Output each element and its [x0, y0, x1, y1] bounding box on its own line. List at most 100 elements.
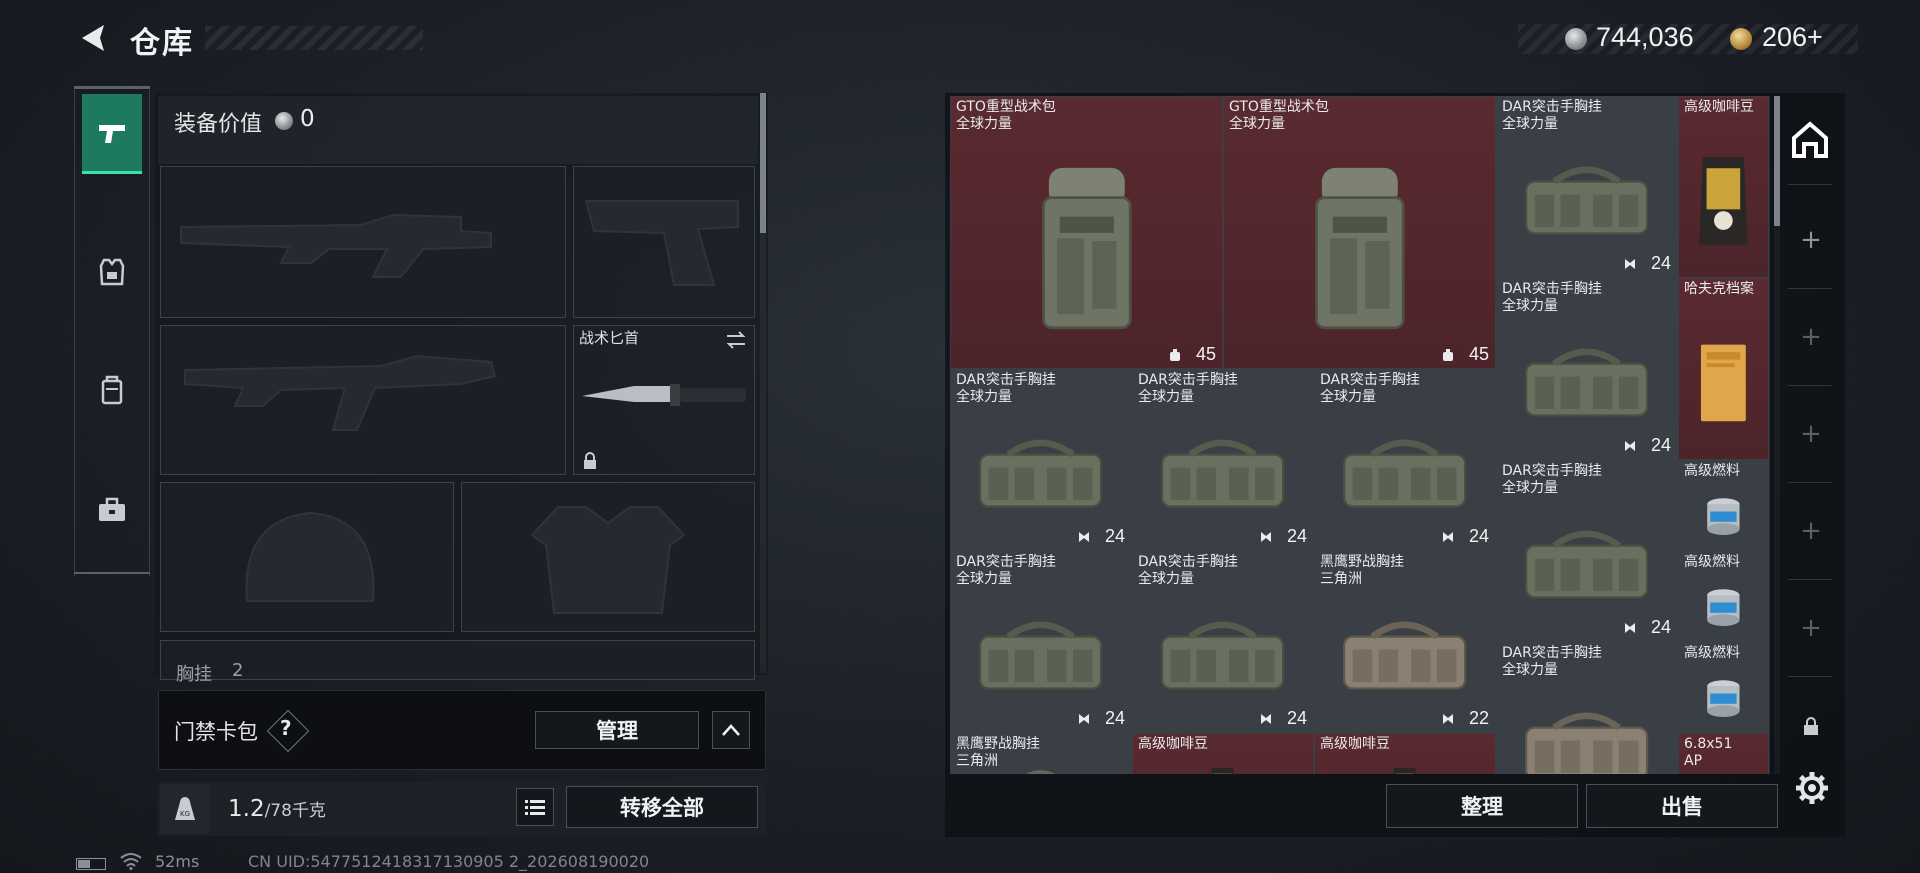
- manage-button[interactable]: 管理: [535, 711, 699, 749]
- inventory-item[interactable]: 高级燃料: [1678, 551, 1769, 642]
- item-image: [1511, 137, 1662, 263]
- sort-button[interactable]: 整理: [1386, 784, 1578, 828]
- body-armor-slot[interactable]: [461, 482, 755, 632]
- list-view-button[interactable]: [516, 788, 554, 826]
- item-image: [965, 592, 1116, 718]
- item-image: [1246, 157, 1474, 347]
- silver-currency-amount: 744,036: [1596, 22, 1694, 52]
- transfer-all-button[interactable]: 转移全部: [566, 786, 758, 828]
- equipment-scrollbar-thumb[interactable]: [760, 93, 766, 233]
- help-question-mark[interactable]: ?: [280, 716, 292, 740]
- toolbox-icon: [99, 497, 125, 521]
- slots-icon: [1441, 711, 1455, 725]
- rifle-silhouette-icon: [180, 213, 492, 278]
- warehouse-icon[interactable]: [1788, 118, 1832, 162]
- pistol-icon: [99, 124, 125, 143]
- armor-silhouette-icon: [530, 506, 686, 614]
- inventory-item[interactable]: 黑鹰野战胸挂 三角洲 22: [1314, 551, 1496, 733]
- backpack-icon: [101, 375, 123, 405]
- add-warehouse-plus-icon[interactable]: +: [1799, 227, 1823, 253]
- inventory-item[interactable]: 黑鹰野战胸挂 三角洲: [950, 733, 1132, 774]
- swap-icon[interactable]: [724, 328, 748, 352]
- item-faction: 全球力量: [956, 116, 1012, 132]
- rifle-silhouette-icon: [184, 354, 497, 431]
- item-capacity: 22: [1468, 708, 1489, 728]
- page-title: 仓库: [130, 26, 194, 61]
- item-name: 6.8x51: [1684, 736, 1733, 752]
- item-faction: 全球力量: [1502, 116, 1558, 132]
- tab-backpack[interactable]: [82, 350, 142, 430]
- item-name: 高级燃料: [1684, 463, 1740, 479]
- tab-armor[interactable]: [82, 232, 142, 312]
- item-image: [1329, 410, 1480, 536]
- item-capacity: 24: [1286, 708, 1307, 728]
- item-name: 黑鹰野战胸挂: [1320, 554, 1404, 570]
- equipment-value-amount: 0: [300, 106, 315, 132]
- item-name: DAR突击手胸挂: [956, 372, 1056, 388]
- inventory-item[interactable]: 高级燃料: [1678, 642, 1769, 733]
- inventory-item[interactable]: 高级燃料: [1678, 460, 1769, 551]
- tab-toolbox[interactable]: [82, 470, 142, 550]
- add-warehouse-plus-icon[interactable]: +: [1799, 324, 1823, 350]
- item-capacity: 45: [1195, 344, 1216, 364]
- inventory-item[interactable]: 6.8x51 AP: [1678, 733, 1769, 774]
- slots-icon: [1077, 711, 1091, 725]
- inventory-item[interactable]: DAR突击手胸挂全球力量 24: [950, 551, 1132, 733]
- item-name: 黑鹰野战胸挂: [956, 736, 1040, 752]
- collapse-button[interactable]: [712, 711, 750, 749]
- primary-weapon-slot[interactable]: [160, 166, 566, 318]
- item-name: 高级咖啡豆: [1138, 736, 1208, 752]
- tab-weapons[interactable]: [82, 94, 142, 174]
- item-faction: 全球力量: [956, 571, 1012, 587]
- item-image: [1147, 592, 1298, 718]
- inventory-item[interactable]: DAR突击手胸挂全球力量24: [1496, 278, 1678, 460]
- gear-icon[interactable]: [1794, 770, 1830, 806]
- item-name: DAR突击手胸挂: [956, 554, 1056, 570]
- item-faction: 全球力量: [1502, 662, 1558, 678]
- inventory-item[interactable]: GTO重型战术包 全球力量 45: [950, 96, 1223, 369]
- item-faction: 三角洲: [956, 753, 998, 769]
- inventory-item[interactable]: DAR突击手胸挂全球力量24: [1496, 460, 1678, 642]
- item-name: GTO重型战术包: [1229, 99, 1329, 115]
- chest-rig-slot[interactable]: [160, 640, 755, 680]
- inventory-item[interactable]: DAR突击手胸挂全球力量24: [1132, 369, 1314, 551]
- item-capacity: 24: [1104, 708, 1125, 728]
- inventory-item[interactable]: DAR突击手胸挂全球力量24: [1314, 369, 1496, 551]
- item-image: [1147, 410, 1298, 536]
- item-image: [1686, 579, 1761, 638]
- item-name: DAR突击手胸挂: [1138, 372, 1238, 388]
- inventory-item[interactable]: DAR突击手胸挂全球力量24: [1496, 96, 1678, 278]
- slots-icon: [1441, 529, 1455, 543]
- equipment-value-label: 装备价值: [174, 112, 263, 137]
- inventory-item[interactable]: 高级咖啡豆: [1132, 733, 1314, 774]
- item-image: [1686, 488, 1761, 547]
- item-image: [1147, 761, 1298, 774]
- gold-currency-amount[interactable]: 206+: [1762, 22, 1823, 53]
- inventory-item[interactable]: GTO重型战术包 全球力量 45: [1223, 96, 1496, 369]
- chest-rig-label: 胸挂: [176, 664, 212, 685]
- inventory-item[interactable]: 哈夫克档案: [1678, 278, 1769, 460]
- tab-column-top-bar: [74, 86, 150, 89]
- item-image: [965, 410, 1116, 536]
- inventory-scrollbar-thumb[interactable]: [1774, 96, 1780, 226]
- inventory-item[interactable]: DAR突击手胸挂全球力量24: [1496, 642, 1678, 774]
- side-divider: [1788, 184, 1832, 185]
- inventory-item[interactable]: DAR突击手胸挂全球力量24: [950, 369, 1132, 551]
- sidearm-slot[interactable]: [573, 166, 755, 318]
- secondary-weapon-slot[interactable]: [160, 325, 566, 475]
- back-arrow-icon[interactable]: [74, 20, 110, 56]
- item-name: 高级燃料: [1684, 645, 1740, 661]
- pistol-silhouette-icon: [584, 200, 739, 286]
- item-name: DAR突击手胸挂: [1502, 281, 1602, 297]
- inventory-item[interactable]: DAR突击手胸挂全球力量24: [1132, 551, 1314, 733]
- inventory-item[interactable]: 高级咖啡豆: [1314, 733, 1496, 774]
- add-warehouse-plus-icon[interactable]: +: [1799, 421, 1823, 447]
- item-capacity: 24: [1650, 253, 1671, 273]
- side-divider: [1788, 676, 1832, 677]
- sell-button[interactable]: 出售: [1586, 784, 1778, 828]
- add-warehouse-plus-icon[interactable]: +: [1799, 518, 1823, 544]
- chest-rig-count: 2: [232, 660, 244, 681]
- helmet-slot[interactable]: [160, 482, 454, 632]
- add-warehouse-plus-icon[interactable]: +: [1799, 615, 1823, 641]
- inventory-item[interactable]: 高级咖啡豆: [1678, 96, 1769, 278]
